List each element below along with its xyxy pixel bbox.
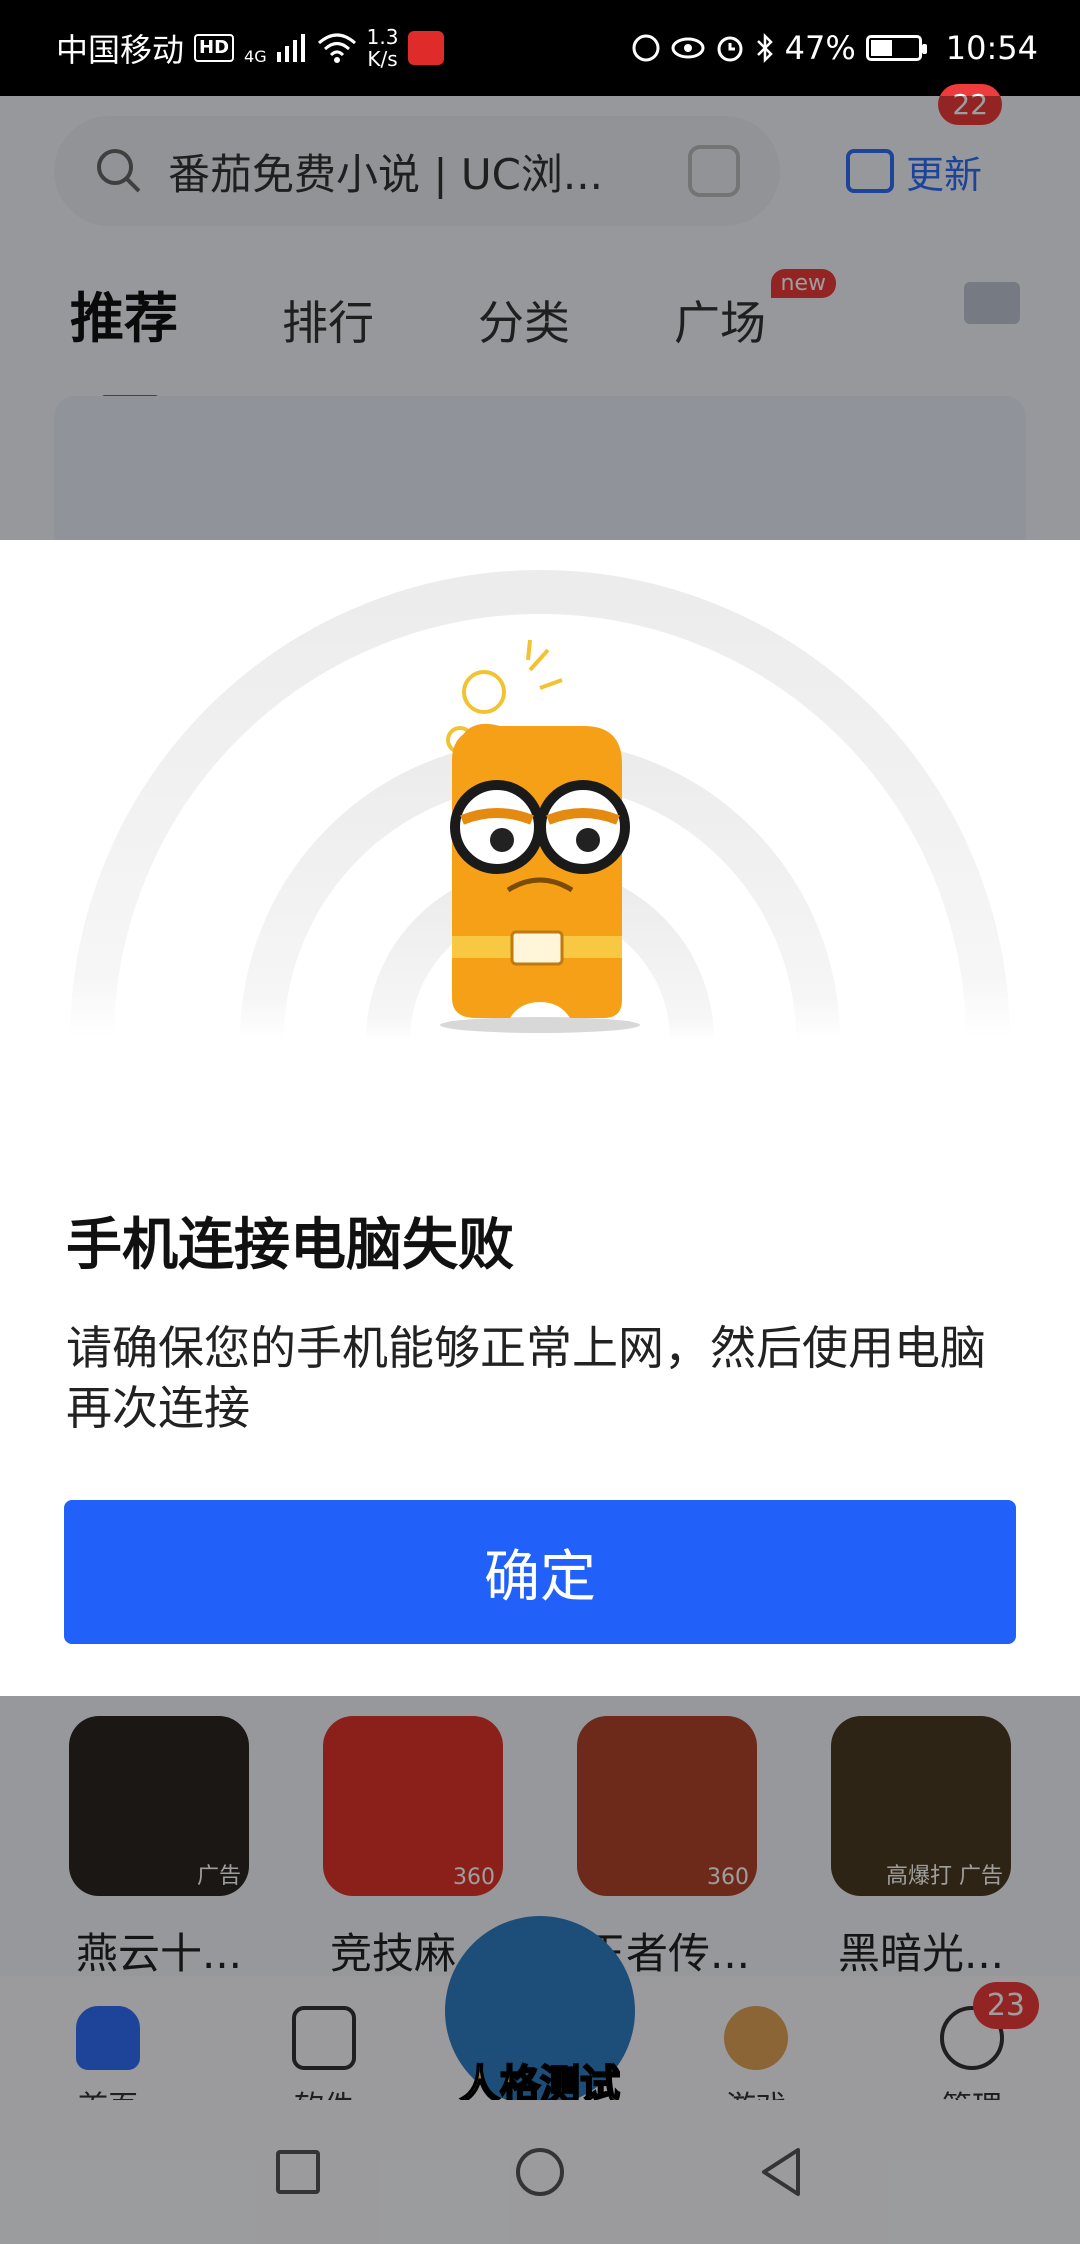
hd-icon: HD bbox=[194, 34, 235, 62]
illustration bbox=[70, 570, 1010, 1041]
dialog-title: 手机连接电脑失败 bbox=[66, 1213, 514, 1278]
battery-percent: 47% bbox=[784, 29, 856, 67]
status-bar: 中国移动 HD 4G 1.3 K/s 47% 10:54 bbox=[0, 0, 1080, 96]
wifi-icon bbox=[317, 33, 356, 63]
speed-value: 1.3 bbox=[366, 25, 399, 49]
dialog-message: 请确保您的手机能够正常上网，然后使用电脑再次连接 bbox=[66, 1321, 986, 1435]
speed-unit: K/s bbox=[367, 47, 398, 71]
clock: 10:54 bbox=[945, 29, 1038, 67]
network-type: 4G bbox=[244, 47, 267, 66]
mascot-icon bbox=[440, 639, 640, 1033]
app-notification-icon bbox=[408, 31, 445, 65]
signal-icon bbox=[276, 34, 305, 62]
battery-icon bbox=[865, 35, 927, 61]
carrier-label: 中国移动 bbox=[56, 31, 185, 69]
net-speed: 1.3 K/s bbox=[367, 26, 399, 70]
confirm-button[interactable]: 确定 bbox=[64, 1500, 1016, 1644]
bluetooth-icon bbox=[756, 32, 773, 64]
alarm-icon bbox=[717, 36, 743, 62]
eye-icon bbox=[671, 37, 705, 59]
nfc-icon bbox=[632, 34, 660, 62]
connection-failed-dialog: 手机连接电脑失败 请确保您的手机能够正常上网，然后使用电脑再次连接 确定 bbox=[0, 540, 1080, 1696]
